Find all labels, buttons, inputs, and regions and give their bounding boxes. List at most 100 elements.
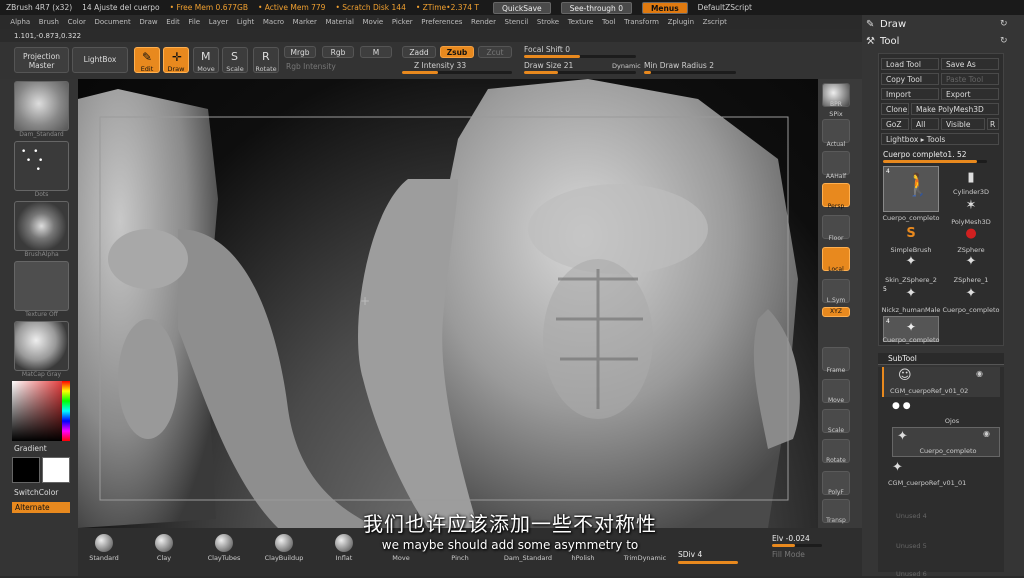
spix-slider[interactable]: SPix	[818, 110, 854, 118]
menu-tool[interactable]: Tool	[598, 18, 620, 26]
goz-button[interactable]: GoZ	[881, 118, 909, 130]
menu-document[interactable]: Document	[90, 18, 135, 26]
focal-shift-track[interactable]	[524, 55, 636, 58]
clone-button[interactable]: Clone	[881, 103, 909, 115]
menu-transform[interactable]: Transform	[620, 18, 663, 26]
menu-alpha[interactable]: Alpha	[6, 18, 35, 26]
subtool-empty-slot[interactable]: Unused 6	[896, 570, 956, 578]
export-button[interactable]: Export	[941, 88, 999, 100]
human-male-icon[interactable]: ✦	[881, 286, 941, 301]
lightbox-button[interactable]: LightBox	[72, 47, 128, 73]
stroke-thumbnail[interactable]: • • • • •	[14, 141, 69, 191]
menu-render[interactable]: Render	[467, 18, 501, 26]
subtool-header[interactable]: SubTool	[878, 353, 1004, 365]
menu-light[interactable]: Light	[233, 18, 259, 26]
menu-macro[interactable]: Macro	[259, 18, 289, 26]
menu-marker[interactable]: Marker	[288, 18, 321, 26]
secondary-color-swatch[interactable]	[42, 457, 70, 483]
subtool-empty-slot[interactable]: Unused 4	[896, 512, 956, 520]
brush-clay-icon[interactable]	[155, 534, 173, 552]
main-color-swatch[interactable]	[12, 457, 40, 483]
zsub-button[interactable]: Zsub	[440, 46, 474, 58]
menu-stroke[interactable]: Stroke	[533, 18, 564, 26]
brush-hpolish-label[interactable]: hPolish	[558, 554, 608, 562]
menu-material[interactable]: Material	[321, 18, 358, 26]
skin-zsphere-icon[interactable]: ✦	[881, 254, 941, 269]
draw-size-slider[interactable]: Draw Size 21	[524, 61, 573, 70]
menu-layer[interactable]: Layer	[204, 18, 232, 26]
menu-zscript[interactable]: Zscript	[698, 18, 731, 26]
subtool-row[interactable]: ● ● Ojos	[882, 399, 1000, 427]
menu-stencil[interactable]: Stencil	[500, 18, 532, 26]
menu-file[interactable]: File	[184, 18, 204, 26]
hue-strip[interactable]	[62, 381, 70, 441]
brush-standard-icon[interactable]	[95, 534, 113, 552]
texture-thumbnail[interactable]	[14, 261, 69, 311]
subtool-row-selected[interactable]: ✦ ◉ Cuerpo_completo	[892, 427, 1000, 457]
menu-movie[interactable]: Movie	[358, 18, 387, 26]
mrgb-button[interactable]: Mrgb	[284, 46, 316, 58]
menu-preferences[interactable]: Preferences	[417, 18, 467, 26]
min-draw-radius-track[interactable]	[644, 71, 736, 74]
tool-thumb-current[interactable]: 4 🚶	[883, 166, 939, 212]
z-intensity-slider[interactable]: Z Intensity 33	[414, 61, 466, 70]
m-button[interactable]: M	[360, 46, 392, 58]
polymesh-star-icon[interactable]: ✶	[941, 198, 1001, 213]
paste-tool-button[interactable]: Paste Tool	[941, 73, 999, 85]
brush-trimdynamic-label[interactable]: TrimDynamic	[616, 554, 674, 562]
menu-draw[interactable]: Draw	[135, 18, 162, 26]
min-draw-radius-slider[interactable]: Min Draw Radius 2	[644, 61, 714, 70]
all-button[interactable]: All	[911, 118, 939, 130]
draw-size-track[interactable]	[524, 71, 636, 74]
zsphere1-icon[interactable]: ✦	[941, 254, 1001, 269]
make-polymesh-button[interactable]: Make PolyMesh3D	[911, 103, 999, 115]
alternate-button[interactable]: Alternate	[12, 502, 70, 513]
actual-button[interactable]	[822, 119, 850, 143]
subtool-row[interactable]: ☺ ◉ CGM_cuerpoRef_v01_02	[882, 367, 1000, 397]
z-intensity-track[interactable]	[402, 71, 512, 74]
human-figure-icon[interactable]: ✦	[941, 286, 1001, 301]
current-tool-slider[interactable]: Cuerpo completo1. 52	[883, 150, 967, 159]
projection-master-button[interactable]: Projection Master	[14, 47, 69, 73]
alpha-thumbnail[interactable]	[14, 201, 69, 251]
brush-move-label[interactable]: Move	[376, 554, 426, 562]
canvas-viewport[interactable]: +	[78, 79, 818, 528]
rgb-button[interactable]: Rgb	[322, 46, 354, 58]
draw-palette-title[interactable]: Draw	[880, 19, 906, 30]
material-thumbnail[interactable]	[14, 321, 69, 371]
sdiv-track[interactable]	[678, 561, 738, 564]
cylinder-icon[interactable]: ▮	[941, 170, 1001, 185]
dynamic-toggle[interactable]: Dynamic	[612, 62, 641, 70]
menu-brush[interactable]: Brush	[35, 18, 64, 26]
simplebrush-icon[interactable]: S	[881, 226, 941, 241]
zcut-button[interactable]: Zcut	[478, 46, 512, 58]
brush-damstandard-label[interactable]: Dam_Standard	[498, 554, 558, 562]
r-button[interactable]: R	[987, 118, 999, 130]
zsphere-icon[interactable]: ●	[941, 226, 1001, 241]
current-tool-track[interactable]	[883, 160, 987, 163]
copy-tool-button[interactable]: Copy Tool	[881, 73, 939, 85]
quicksave-button[interactable]: QuickSave	[493, 1, 551, 14]
menu-edit[interactable]: Edit	[162, 18, 184, 26]
aahalf-button[interactable]	[822, 151, 850, 175]
zadd-button[interactable]: Zadd	[402, 46, 436, 58]
gradient-toggle[interactable]: Gradient	[14, 444, 47, 453]
menu-zplugin[interactable]: Zplugin	[663, 18, 698, 26]
default-zscript-button[interactable]: DefaultZScript	[698, 3, 752, 12]
subtool-row[interactable]: ✦ CGM_cuerpoRef_v01_01	[882, 459, 1000, 489]
menu-picker[interactable]: Picker	[388, 18, 417, 26]
brush-pinch-label[interactable]: Pinch	[435, 554, 485, 562]
tool-palette-title[interactable]: Tool	[880, 36, 899, 47]
subtool-empty-slot[interactable]: Unused 5	[896, 542, 956, 550]
brush-thumbnail[interactable]	[14, 81, 69, 131]
load-tool-button[interactable]: Load Tool	[881, 58, 939, 70]
menu-color[interactable]: Color	[63, 18, 90, 26]
focal-shift-slider[interactable]: Focal Shift 0	[524, 45, 570, 54]
menus-button[interactable]: Menus	[641, 1, 688, 14]
save-as-button[interactable]: Save As	[941, 58, 999, 70]
see-through-slider[interactable]: See-through 0	[560, 1, 632, 14]
lightbox-tools-button[interactable]: Lightbox ▸ Tools	[881, 133, 999, 145]
import-button[interactable]: Import	[881, 88, 939, 100]
menu-texture[interactable]: Texture	[563, 18, 597, 26]
visible-button[interactable]: Visible	[941, 118, 985, 130]
